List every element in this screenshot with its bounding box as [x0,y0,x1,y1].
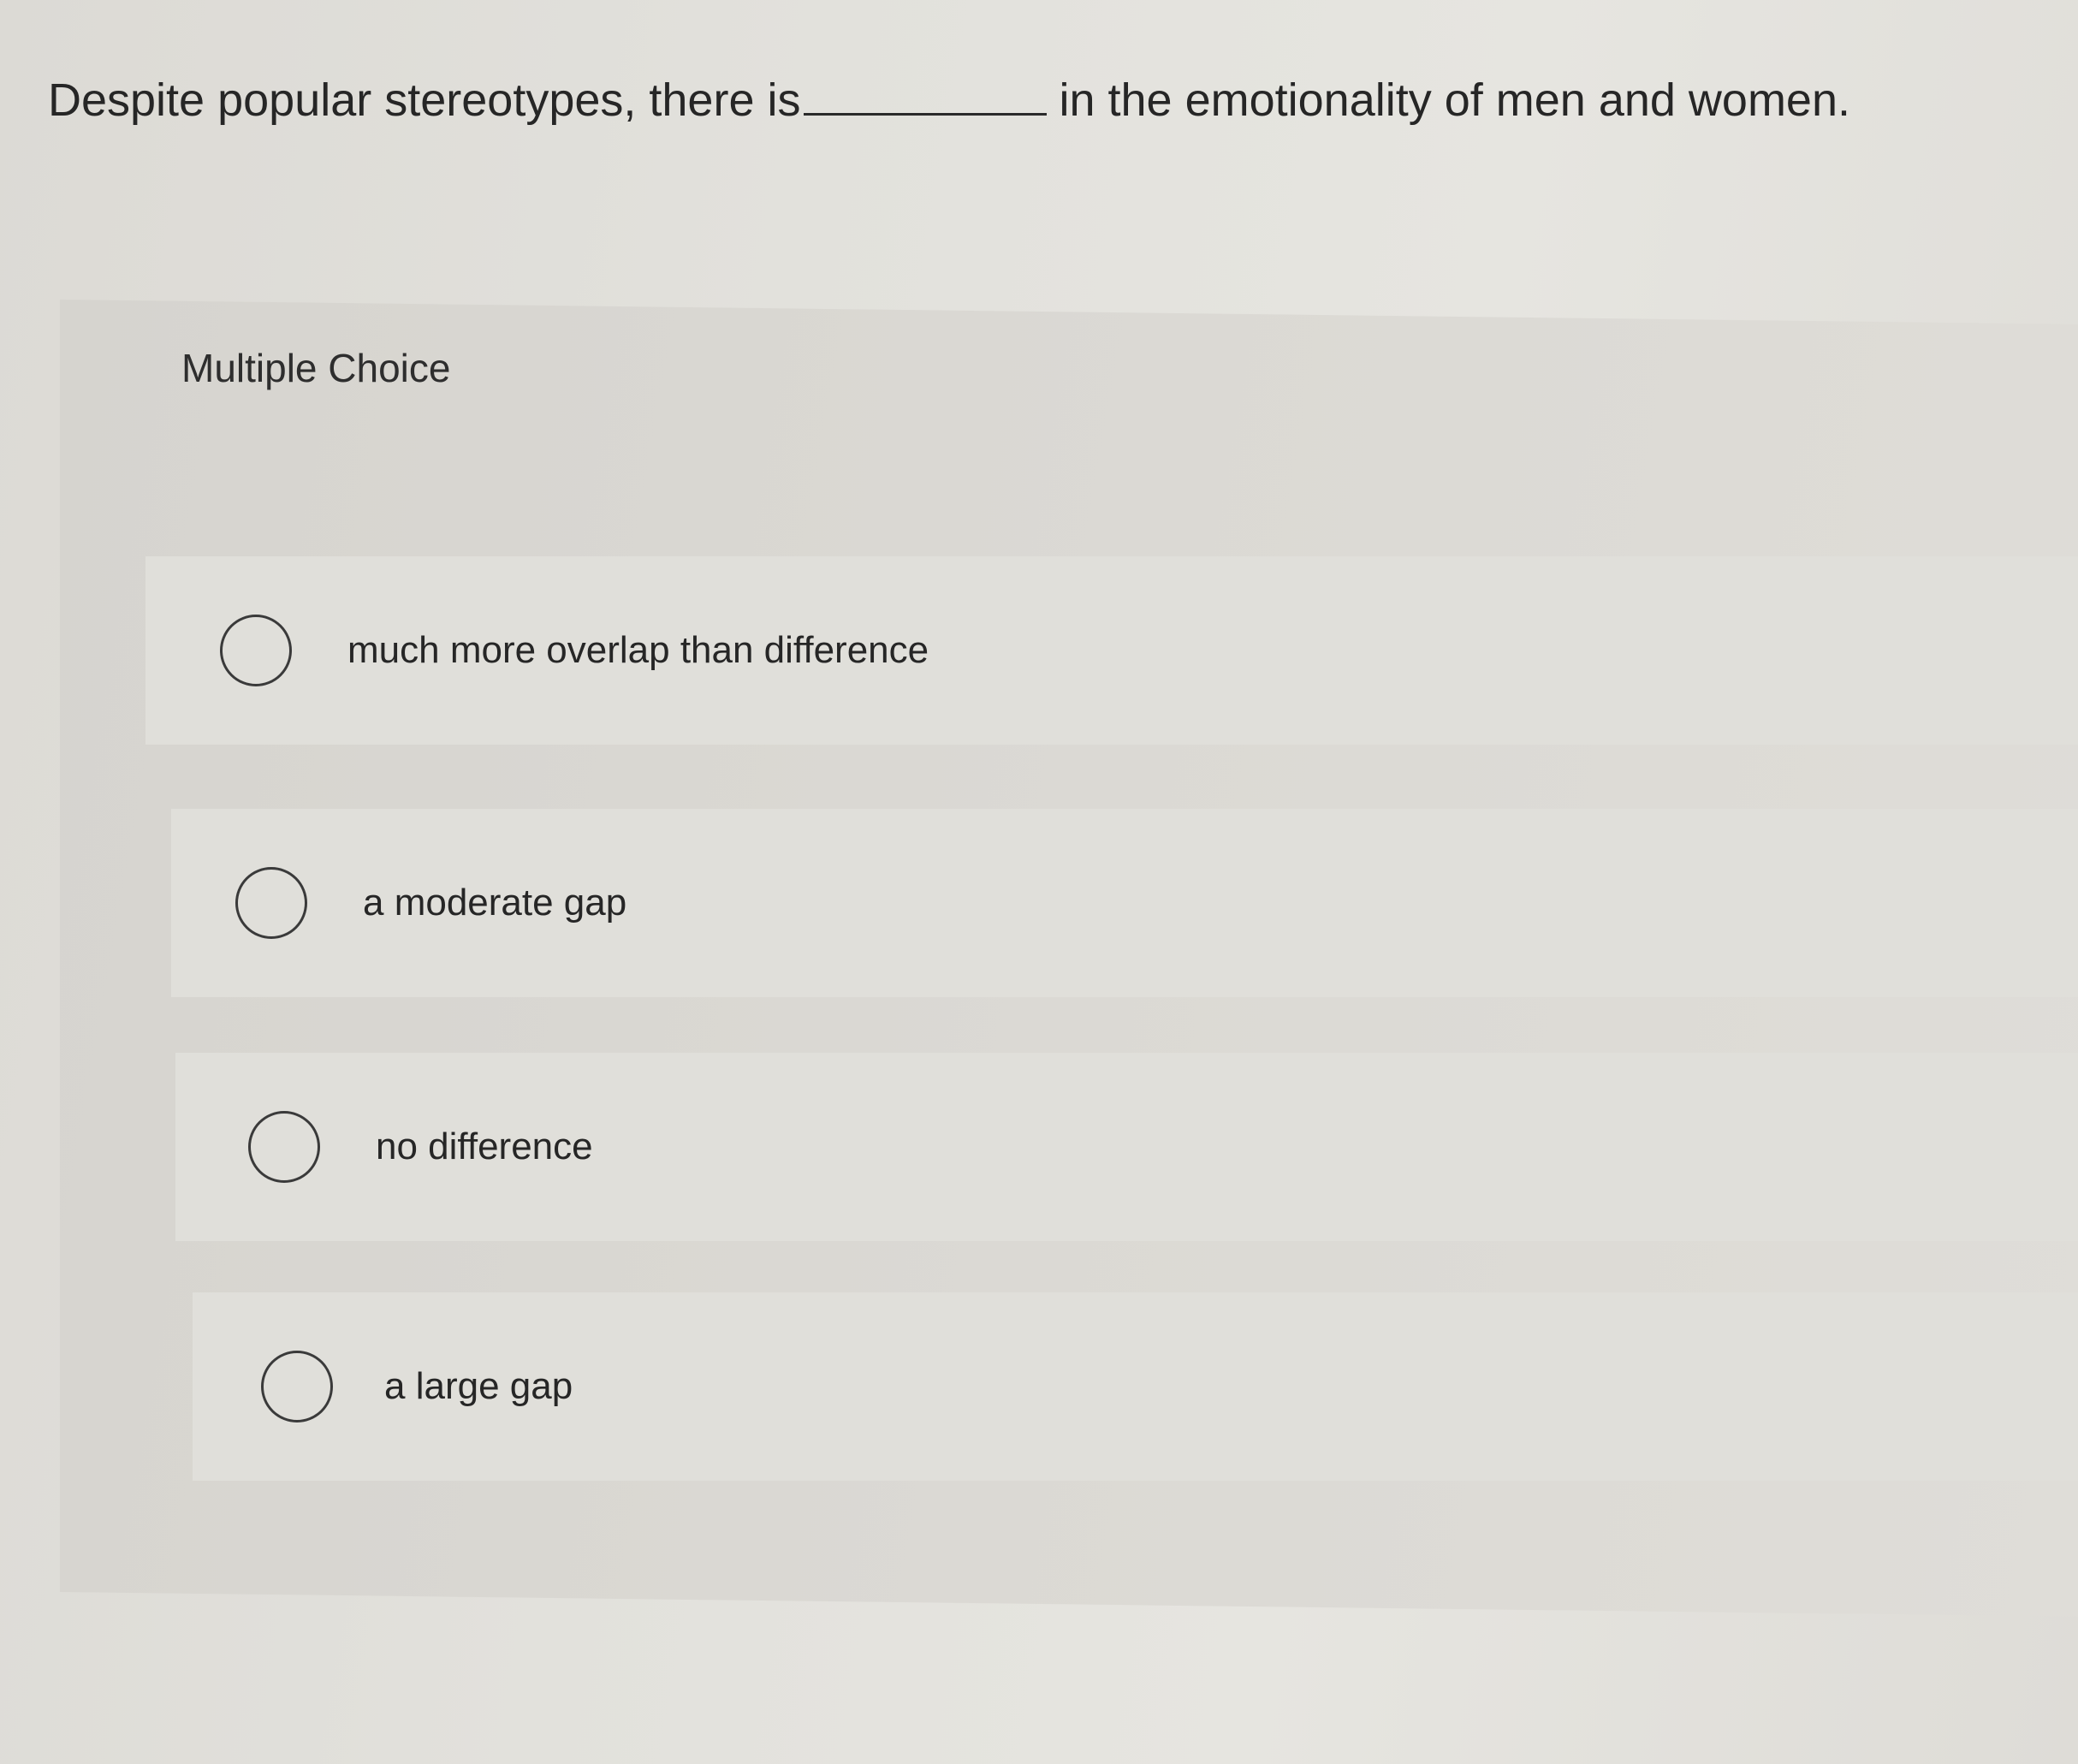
answer-blank [804,74,1048,116]
answer-option[interactable]: a moderate gap [171,809,2078,997]
radio-button[interactable] [235,867,307,939]
question-text-after: in the emotionality of men and women. [1059,74,1850,126]
answer-option-label: no difference [376,1126,593,1167]
answer-option-label: a large gap [384,1365,573,1407]
answer-option-label: much more overlap than difference [347,629,929,671]
radio-button[interactable] [261,1351,333,1422]
answer-option[interactable]: much more overlap than difference [145,556,2078,745]
answer-option[interactable]: a large gap [193,1292,2078,1481]
question-type-label: Multiple Choice [181,346,451,390]
radio-button[interactable] [220,615,292,686]
question-text-before: Despite popular stereotypes, there is [48,74,801,126]
question-prompt: Despite popular stereotypes, there is in … [48,70,1850,130]
answer-option-label: a moderate gap [363,882,627,924]
answer-option[interactable]: no difference [175,1053,2078,1241]
radio-button[interactable] [248,1111,320,1183]
